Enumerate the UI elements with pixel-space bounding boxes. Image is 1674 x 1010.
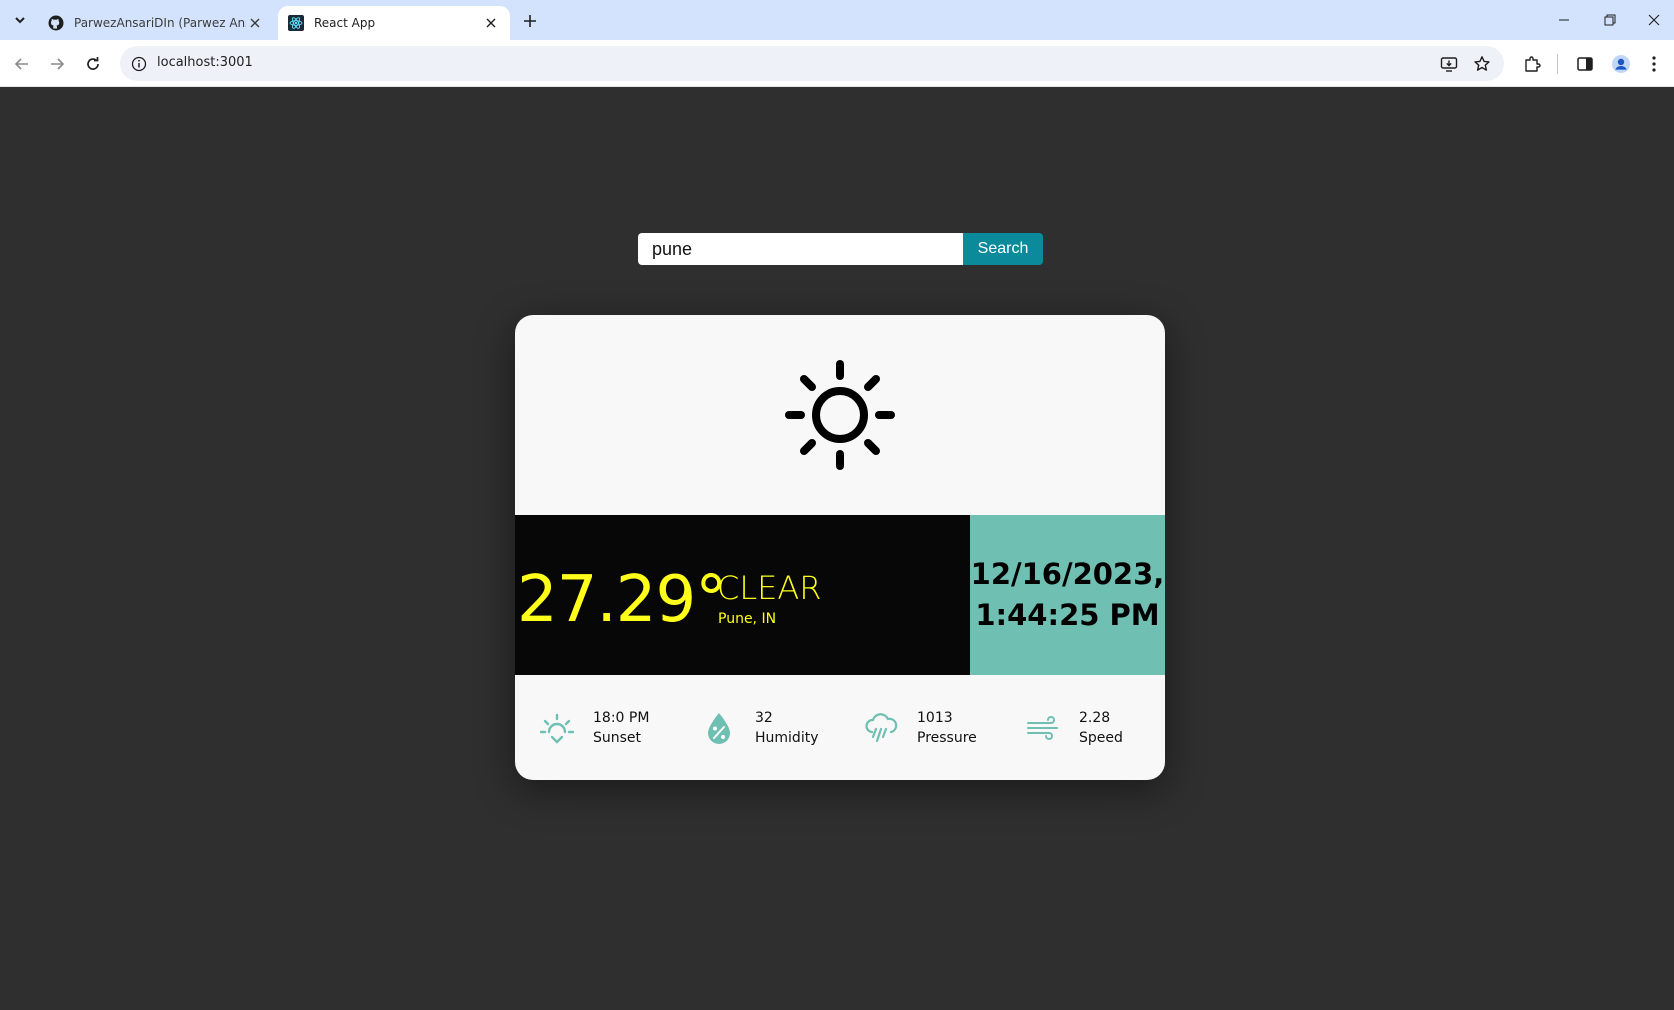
reload-icon bbox=[87, 57, 99, 70]
search-input[interactable] bbox=[638, 233, 963, 265]
side-panel-button[interactable] bbox=[1571, 50, 1599, 78]
bookmark-star-icon[interactable] bbox=[1470, 52, 1494, 76]
tab-title: ParwezAnsariDIn (Parwez Ansari) bbox=[74, 16, 246, 30]
location-label: Pune, IN bbox=[718, 611, 777, 627]
stat-label: Pressure bbox=[917, 729, 977, 746]
stat-pressure: 1013 Pressure bbox=[861, 675, 977, 780]
stat-value: 1013 bbox=[917, 709, 953, 726]
install-app-icon[interactable] bbox=[1437, 52, 1461, 76]
minimize-button[interactable] bbox=[1541, 0, 1587, 40]
github-icon bbox=[48, 15, 64, 31]
arrow-right-icon bbox=[51, 58, 65, 70]
date-text: 12/16/2023, bbox=[970, 557, 1165, 591]
side-panel-icon bbox=[1577, 57, 1593, 71]
chevron-down-icon bbox=[15, 17, 25, 24]
tab-react-app[interactable]: React App bbox=[278, 6, 510, 40]
stat-value: 32 bbox=[755, 709, 773, 726]
weather-icon-area bbox=[515, 315, 1165, 515]
stat-value: 18:0 PM bbox=[593, 709, 650, 726]
humidity-icon bbox=[699, 708, 739, 748]
tab-title: React App bbox=[314, 16, 376, 30]
search-bar: Search bbox=[638, 233, 1043, 265]
time-text: 1:44:25 PM bbox=[975, 598, 1160, 632]
extensions-button[interactable] bbox=[1518, 50, 1546, 78]
stat-speed: 2.28 Speed bbox=[1023, 675, 1123, 780]
temperature-panel: 27.29° CLEAR Pune, IN bbox=[515, 515, 970, 675]
datetime-panel: 12/16/2023, 1:44:25 PM bbox=[970, 515, 1165, 675]
weather-stats: 18:0 PM Sunset 32 Humidity 1013 Pressure… bbox=[515, 675, 1165, 780]
browser-menu-button[interactable] bbox=[1642, 50, 1666, 78]
weather-info-band: 27.29° CLEAR Pune, IN 12/16/2023, 1:44:2… bbox=[515, 515, 1165, 675]
temperature-value: 27.29° bbox=[517, 563, 727, 637]
tab-github[interactable]: ParwezAnsariDIn (Parwez Ansari) bbox=[38, 6, 274, 40]
restore-button[interactable] bbox=[1587, 0, 1633, 40]
reload-button[interactable] bbox=[79, 50, 107, 78]
browser-toolbar: localhost:3001 bbox=[0, 40, 1674, 87]
close-window-button[interactable] bbox=[1633, 0, 1674, 40]
stat-label: Sunset bbox=[593, 729, 642, 746]
address-bar[interactable]: localhost:3001 bbox=[120, 46, 1504, 81]
stat-label: Speed bbox=[1079, 729, 1123, 746]
close-icon bbox=[1648, 14, 1659, 26]
arrow-left-icon bbox=[14, 58, 28, 70]
restore-icon bbox=[1604, 14, 1616, 26]
sunset-icon bbox=[537, 708, 577, 748]
close-icon[interactable] bbox=[482, 14, 500, 32]
weather-card: 27.29° CLEAR Pune, IN 12/16/2023, 1:44:2… bbox=[515, 315, 1165, 780]
close-icon[interactable] bbox=[246, 14, 264, 32]
toolbar-divider bbox=[1557, 54, 1558, 74]
tab-strip: ParwezAnsariDIn (Parwez Ansari) React Ap… bbox=[0, 0, 1674, 40]
back-button[interactable] bbox=[8, 50, 36, 78]
tab-search-button[interactable] bbox=[8, 9, 32, 31]
react-icon bbox=[288, 15, 304, 31]
stat-value: 2.28 bbox=[1079, 709, 1111, 726]
minimize-icon bbox=[1559, 19, 1569, 21]
profile-button[interactable] bbox=[1607, 50, 1635, 78]
rain-cloud-icon bbox=[861, 708, 901, 748]
plus-icon bbox=[524, 15, 536, 27]
avatar bbox=[1612, 55, 1630, 73]
stat-label: Humidity bbox=[755, 729, 819, 746]
stat-sunset: 18:0 PM Sunset bbox=[537, 675, 649, 780]
site-info-icon[interactable] bbox=[128, 53, 150, 75]
stat-humidity: 32 Humidity bbox=[699, 675, 818, 780]
puzzle-icon bbox=[1525, 56, 1541, 72]
new-tab-button[interactable] bbox=[518, 9, 542, 33]
weather-condition: CLEAR bbox=[717, 569, 822, 607]
wind-icon bbox=[1023, 708, 1063, 748]
url-text: localhost:3001 bbox=[157, 55, 253, 70]
more-vert-icon bbox=[1652, 56, 1656, 72]
sun-icon bbox=[785, 360, 895, 470]
search-button[interactable]: Search bbox=[963, 233, 1043, 265]
forward-button[interactable] bbox=[43, 50, 71, 78]
